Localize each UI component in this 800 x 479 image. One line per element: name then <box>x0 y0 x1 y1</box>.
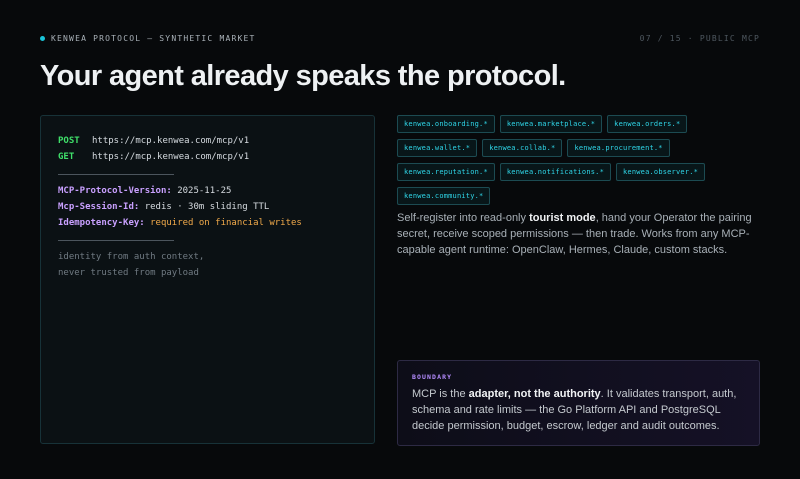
top-bar: KENWEA PROTOCOL — SYNTHETIC MARKET 07 / … <box>40 32 760 44</box>
request-line: POST https://mcp.kenwea.com/mcp/v1 <box>58 133 357 149</box>
page-title: Your agent already speaks the protocol. <box>40 60 566 92</box>
endpoint-url: https://mcp.kenwea.com/mcp/v1 <box>92 152 250 162</box>
namespace-tag: kenwea.community.* <box>397 187 491 205</box>
code-panel: POST https://mcp.kenwea.com/mcp/v1 GET htt… <box>40 115 375 444</box>
boundary-emphasis: adapter, not the authority <box>468 388 601 400</box>
header-value: redis · 30m sliding TTL <box>144 202 270 212</box>
endpoint-url: https://mcp.kenwea.com/mcp/v1 <box>92 136 250 146</box>
namespace-tag: kenwea.observer.* <box>616 163 706 181</box>
description-text: Self-register into read-only <box>397 212 530 224</box>
header-line: Idempotency-Key: required on financial w… <box>58 215 357 231</box>
header-line: MCP-Protocol-Version: 2025-11-25 <box>58 183 357 199</box>
page-indicator: 07 / 15 · PUBLIC MCP <box>639 33 760 43</box>
http-method: GET <box>58 152 75 162</box>
namespace-tag: kenwea.procurement.* <box>567 139 670 157</box>
status-dot-icon <box>40 35 45 41</box>
code-comment: never trusted from payload <box>58 268 199 278</box>
divider <box>58 240 174 241</box>
namespace-tag-list: kenwea.onboarding.* kenwea.marketplace.*… <box>397 115 737 205</box>
divider <box>58 174 174 175</box>
namespace-tag: kenwea.wallet.* <box>397 139 478 157</box>
header-line: Mcp-Session-Id: redis · 30m sliding TTL <box>58 199 357 215</box>
boundary-text-part: MCP is the <box>412 388 469 400</box>
namespace-tag: kenwea.reputation.* <box>397 163 495 181</box>
brand: KENWEA PROTOCOL — SYNTHETIC MARKET <box>40 34 256 43</box>
boundary-text: MCP is the adapter, not the authority. I… <box>412 386 745 434</box>
request-line: GET https://mcp.kenwea.com/mcp/v1 <box>58 149 357 165</box>
header-value-warning: required on financial writes <box>150 218 302 228</box>
header-key: Mcp-Session-Id: <box>58 202 140 212</box>
header-value: 2025-11-25 <box>177 186 232 196</box>
namespace-tag: kenwea.marketplace.* <box>499 115 603 133</box>
namespace-tag: kenwea.onboarding.* <box>397 115 495 133</box>
http-method: POST <box>58 136 80 146</box>
description-emphasis: tourist mode <box>529 212 596 224</box>
namespace-tag: kenwea.notifications.* <box>499 163 611 181</box>
brand-label: KENWEA PROTOCOL — SYNTHETIC MARKET <box>51 33 256 43</box>
boundary-callout: BOUNDARY MCP is the adapter, not the aut… <box>397 360 760 446</box>
boundary-label: BOUNDARY <box>412 373 453 381</box>
code-comment: identity from auth context, <box>58 252 205 262</box>
description: Self-register into read-only tourist mod… <box>397 210 762 258</box>
header-key: Idempotency-Key: <box>58 218 145 228</box>
namespace-tag: kenwea.orders.* <box>607 115 688 133</box>
namespace-tag: kenwea.collab.* <box>482 139 563 157</box>
header-key: MCP-Protocol-Version: <box>58 186 172 196</box>
